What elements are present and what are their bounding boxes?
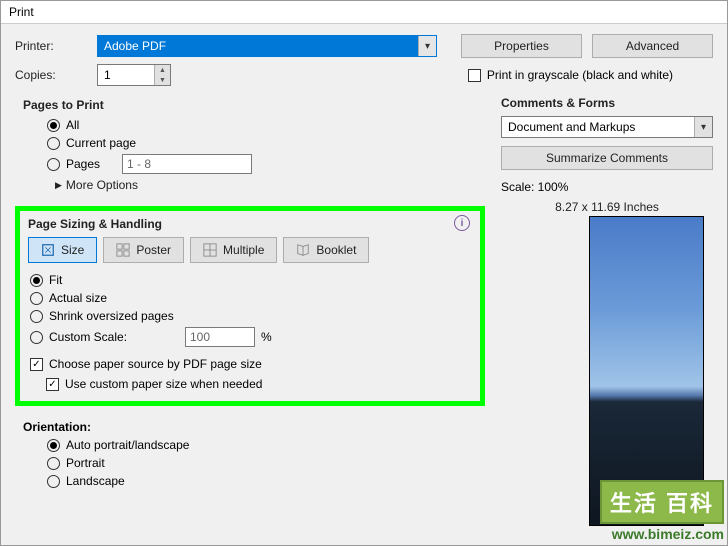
radio-icon	[47, 457, 60, 470]
radio-pages[interactable]: Pages 1 - 8	[47, 154, 477, 174]
properties-button[interactable]: Properties	[461, 34, 582, 58]
copies-value: 1	[104, 68, 111, 82]
multiple-icon	[203, 243, 217, 257]
radio-icon	[47, 119, 60, 132]
grayscale-checkbox[interactable]	[468, 69, 481, 82]
radio-icon	[47, 137, 60, 150]
title-bar: Print	[1, 1, 727, 24]
pages-range-input[interactable]: 1 - 8	[122, 154, 252, 174]
help-icon[interactable]: i	[454, 215, 470, 231]
tab-poster[interactable]: Poster	[103, 237, 184, 263]
checkbox-checked-icon: ✓	[30, 358, 43, 371]
radio-all[interactable]: All	[47, 118, 477, 132]
tab-booklet[interactable]: Booklet	[283, 237, 369, 263]
pages-to-print-title: Pages to Print	[23, 98, 477, 112]
size-icon	[41, 243, 55, 257]
radio-icon	[47, 158, 60, 171]
radio-shrink[interactable]: Shrink oversized pages	[30, 309, 472, 323]
preview-image	[590, 217, 703, 525]
radio-icon	[47, 439, 60, 452]
booklet-icon	[296, 243, 310, 257]
tab-size[interactable]: Size	[28, 237, 97, 263]
page-sizing-title: Page Sizing & Handling	[28, 217, 472, 231]
pages-to-print-group: Pages to Print All Current page Pages 1 …	[15, 96, 485, 200]
dimensions-text: 8.27 x 11.69 Inches	[501, 200, 713, 214]
radio-icon	[30, 274, 43, 287]
tab-multiple[interactable]: Multiple	[190, 237, 277, 263]
radio-icon	[30, 310, 43, 323]
radio-actual-size[interactable]: Actual size	[30, 291, 472, 305]
window-title: Print	[9, 5, 34, 19]
radio-custom-scale[interactable]: Custom Scale: 100 %	[30, 327, 472, 347]
watermark: 生活 百科 www.bimeiz.com	[600, 480, 724, 542]
poster-icon	[116, 243, 130, 257]
choose-paper-checkbox-row[interactable]: ✓ Choose paper source by PDF page size	[30, 357, 472, 371]
grayscale-checkbox-row[interactable]: Print in grayscale (black and white)	[468, 68, 673, 82]
printer-value: Adobe PDF	[104, 39, 166, 53]
watermark-cn: 生活 百科	[600, 480, 724, 524]
more-options-toggle[interactable]: ▶ More Options	[55, 178, 477, 192]
radio-portrait[interactable]: Portrait	[47, 456, 477, 470]
orientation-title: Orientation:	[23, 420, 477, 434]
spinner-arrows[interactable]: ▲▼	[154, 65, 170, 85]
page-sizing-highlight: Page Sizing & Handling i Size Poster	[15, 206, 485, 406]
radio-current[interactable]: Current page	[47, 136, 477, 150]
radio-fit[interactable]: Fit	[30, 273, 472, 287]
radio-landscape[interactable]: Landscape	[47, 474, 477, 488]
orientation-group: Orientation: Auto portrait/landscape Por…	[15, 412, 485, 500]
copies-spinner[interactable]: 1 ▲▼	[97, 64, 171, 86]
radio-auto-orient[interactable]: Auto portrait/landscape	[47, 438, 477, 452]
comments-forms-dropdown[interactable]: Document and Markups ▾	[501, 116, 713, 138]
printer-dropdown[interactable]: Adobe PDF ▾	[97, 35, 437, 57]
chevron-down-icon: ▾	[694, 117, 712, 137]
checkbox-checked-icon: ✓	[46, 378, 59, 391]
use-custom-checkbox-row[interactable]: ✓ Use custom paper size when needed	[46, 377, 472, 391]
custom-scale-input[interactable]: 100	[185, 327, 255, 347]
printer-label: Printer:	[15, 39, 87, 53]
radio-icon	[47, 475, 60, 488]
grayscale-label: Print in grayscale (black and white)	[487, 68, 673, 82]
chevron-down-icon: ▾	[418, 36, 436, 56]
radio-icon	[30, 331, 43, 344]
comments-forms-title: Comments & Forms	[501, 96, 713, 110]
summarize-comments-button[interactable]: Summarize Comments	[501, 146, 713, 170]
copies-label: Copies:	[15, 68, 87, 82]
radio-icon	[30, 292, 43, 305]
watermark-url: www.bimeiz.com	[600, 526, 724, 542]
advanced-button[interactable]: Advanced	[592, 34, 713, 58]
triangle-right-icon: ▶	[55, 180, 62, 191]
scale-text: Scale: 100%	[501, 180, 713, 194]
